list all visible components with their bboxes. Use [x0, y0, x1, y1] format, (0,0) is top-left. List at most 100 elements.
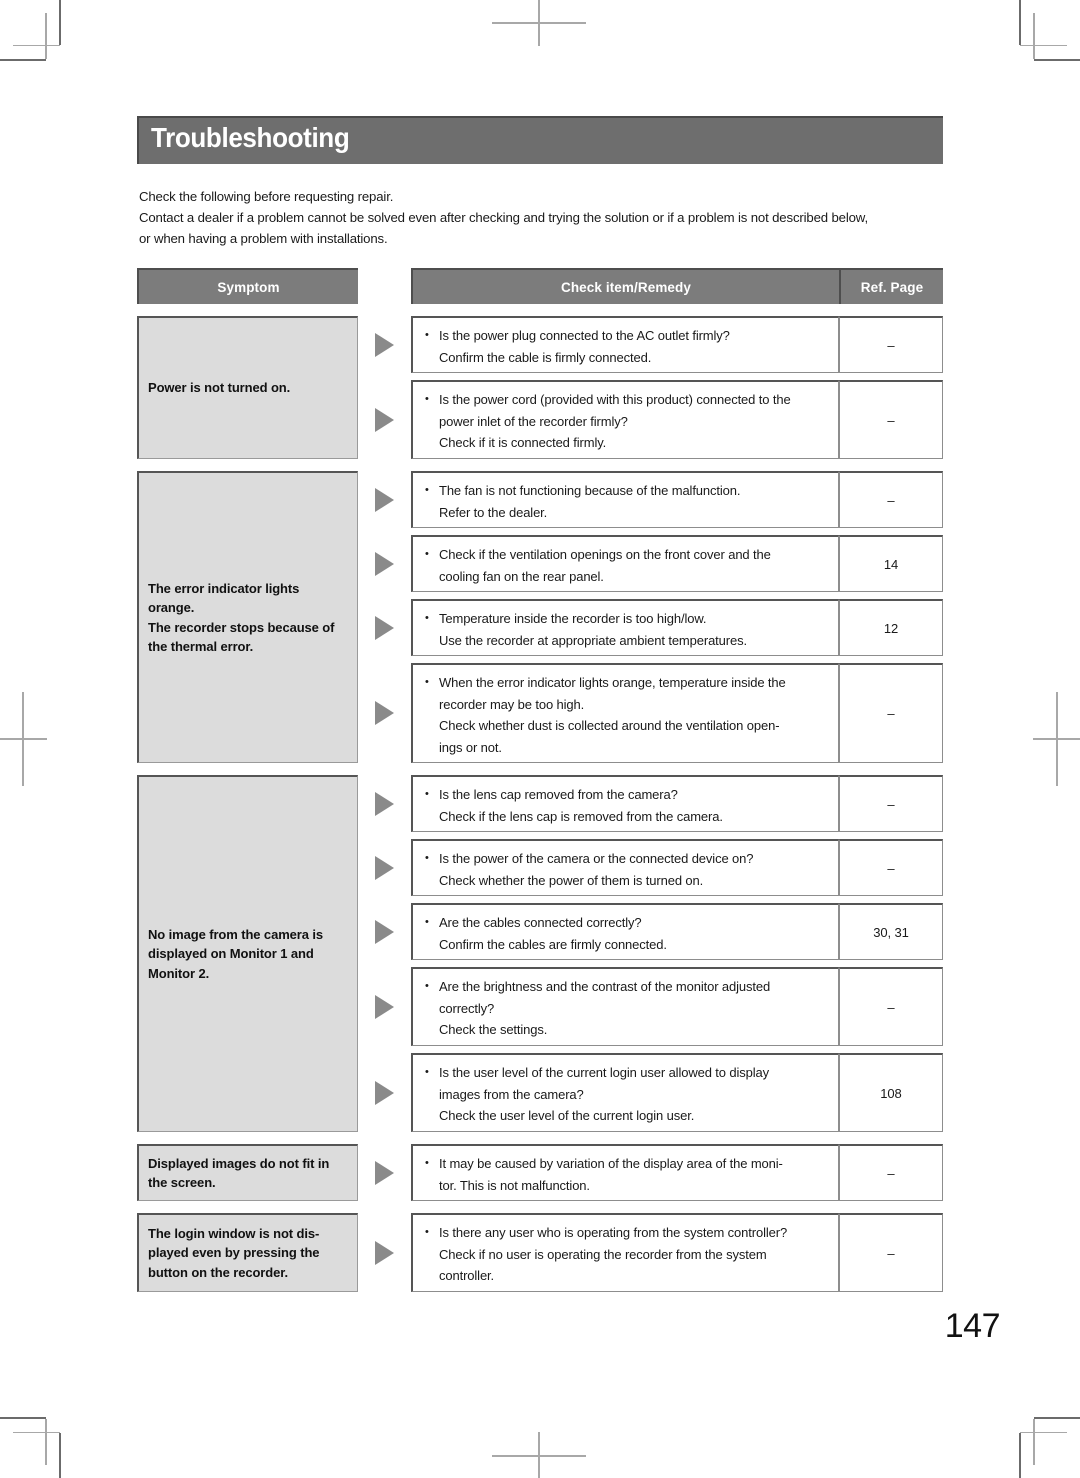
symptom-group: The fan is not functioning because of th…	[137, 471, 943, 763]
reg-mark-bottom-right-v	[1033, 1419, 1035, 1465]
crop-mark-bottom-right-v	[1019, 1433, 1021, 1478]
check-item-cell: Are the cables connected correctly? Confi…	[411, 903, 839, 960]
reg-mark-left-center-h	[0, 738, 47, 740]
arrow-icon	[375, 1240, 394, 1265]
check-item-line: ings or not.	[439, 739, 502, 755]
symptom-cell: Power is not turned on.	[137, 316, 358, 459]
symptom-group: Is there any user who is operating from …	[137, 1213, 943, 1292]
crop-mark-bottom-right-h	[1034, 1417, 1080, 1419]
check-item-text: It may be caused by variation of the dis…	[413, 1146, 838, 1203]
check-item-cell: Is the power of the camera or the connec…	[411, 839, 839, 896]
symptom-group: Is the lens cap removed from the camera?…	[137, 775, 943, 1132]
check-item-line: recorder may be too high.	[439, 696, 585, 712]
check-item-line: Confirm the cable is firmly connected.	[439, 349, 652, 365]
ref-page-cell: 108	[839, 1053, 943, 1132]
check-item-line: Check if no user is operating the record…	[439, 1246, 767, 1262]
check-item-bullet: Is there any user who is operating from …	[423, 1222, 830, 1244]
check-item-line: Use the recorder at appropriate ambient …	[439, 632, 747, 648]
reg-mark-right-center-h	[1033, 738, 1080, 740]
reg-mark-top-left-v	[45, 13, 47, 59]
intro-paragraph: Check the following before requesting re…	[139, 186, 945, 249]
check-item-cell: Is the power cord (provided with this pr…	[411, 380, 839, 459]
check-item-bullet: Is the power plug connected to the AC ou…	[423, 325, 830, 347]
check-item-text: Is there any user who is operating from …	[413, 1215, 838, 1294]
reg-mark-bottom-center-h	[492, 1455, 586, 1457]
check-item-cell: Is the lens cap removed from the camera?…	[411, 775, 839, 832]
check-item-bullet: Temperature inside the recorder is too h…	[423, 608, 830, 630]
crop-mark-top-right-v	[1019, 0, 1021, 45]
intro-line-2: Contact a dealer if a problem cannot be …	[139, 210, 868, 225]
check-item-bullet: Is the power cord (provided with this pr…	[423, 389, 830, 411]
reg-mark-bottom-left-v	[45, 1419, 47, 1465]
reg-mark-top-left-h	[13, 45, 60, 46]
check-item-line: images from the camera?	[439, 1086, 584, 1102]
check-item-cell: Are the brightness and the contrast of t…	[411, 967, 839, 1046]
symptom-label: The login window is not dis-played even …	[148, 1225, 320, 1280]
column-header-check-item: Check item/Remedy	[411, 268, 839, 304]
check-item-line: power inlet of the recorder firmly?	[439, 413, 628, 429]
arrow-icon	[375, 407, 394, 432]
crop-mark-top-left-v	[59, 0, 61, 45]
check-item-line: Check the settings.	[439, 1022, 548, 1037]
check-item-text: Is the power plug connected to the AC ou…	[413, 318, 838, 375]
check-item-bullet: It may be caused by variation of the dis…	[423, 1153, 830, 1175]
check-item-bullet: Is the lens cap removed from the camera?	[423, 784, 830, 806]
check-item-text: Are the brightness and the contrast of t…	[413, 969, 838, 1048]
symptom-group: Is the power plug connected to the AC ou…	[137, 316, 943, 459]
check-item-line: Check if the lens cap is removed from th…	[439, 808, 723, 824]
check-item-line: Check if it is connected firmly.	[439, 435, 607, 450]
symptom-group: It may be caused by variation of the dis…	[137, 1144, 943, 1201]
reg-mark-top-right-h	[1020, 45, 1067, 46]
arrow-icon	[375, 994, 394, 1019]
reg-mark-top-right-v	[1033, 13, 1035, 59]
check-item-bullet: Is the user level of the current login u…	[423, 1062, 830, 1084]
check-item-bullet: Are the brightness and the contrast of t…	[423, 976, 830, 998]
intro-line-3: or when having a problem with installati…	[139, 231, 388, 246]
check-item-line: Check whether the power of them is turne…	[439, 872, 704, 888]
check-item-line: controller.	[439, 1268, 495, 1283]
arrow-icon	[375, 1080, 394, 1105]
ref-page-cell: –	[839, 663, 943, 763]
crop-mark-top-right-h	[1034, 59, 1080, 61]
arrow-icon	[375, 855, 394, 880]
arrow-icon	[375, 1160, 394, 1185]
crop-mark-bottom-left-v	[59, 1433, 61, 1478]
check-item-cell: It may be caused by variation of the dis…	[411, 1144, 839, 1201]
crop-mark-bottom-left-h	[0, 1417, 46, 1419]
page-title-banner: Troubleshooting	[137, 116, 943, 164]
arrow-icon	[375, 919, 394, 944]
check-item-text: Temperature inside the recorder is too h…	[413, 601, 838, 658]
check-item-text: The fan is not functioning because of th…	[413, 473, 838, 530]
symptom-label: Power is not turned on.	[148, 380, 291, 396]
check-item-bullet: Are the cables connected correctly?	[423, 912, 830, 934]
arrow-icon	[375, 487, 394, 512]
arrow-icon	[375, 791, 394, 816]
symptom-label: No image from the camera is displayed on…	[148, 926, 324, 981]
arrow-icon	[375, 332, 394, 357]
ref-page-cell: 14	[839, 535, 943, 592]
check-item-bullet: Is the power of the camera or the connec…	[423, 848, 830, 870]
page-number: 147	[944, 1307, 1001, 1345]
ref-page-cell: –	[839, 967, 943, 1046]
check-item-bullet: When the error indicator lights orange, …	[423, 672, 830, 694]
check-item-text: When the error indicator lights orange, …	[413, 665, 838, 765]
arrow-icon	[375, 615, 394, 640]
check-item-line: tor. This is not malfunction.	[439, 1177, 590, 1193]
troubleshooting-table-body: Is the power plug connected to the AC ou…	[137, 316, 943, 1304]
check-item-line: correctly?	[439, 1000, 495, 1016]
crop-mark-top-left-h	[0, 59, 46, 61]
symptom-cell: No image from the camera is displayed on…	[137, 775, 358, 1132]
arrow-icon	[375, 551, 394, 576]
ref-page-cell: –	[839, 1213, 943, 1292]
page-title: Troubleshooting	[151, 122, 350, 153]
column-header-ref-page: Ref. Page	[839, 268, 943, 304]
check-item-text: Check if the ventilation openings on the…	[413, 537, 838, 594]
ref-page-cell: –	[839, 839, 943, 896]
symptom-cell: Displayed images do not fit in the scree…	[137, 1144, 358, 1201]
arrow-icon	[375, 701, 394, 725]
ref-page-cell: –	[839, 471, 943, 528]
check-item-bullet: Check if the ventilation openings on the…	[423, 544, 830, 566]
symptom-cell: The error indicator lights orange. The re…	[137, 471, 358, 763]
check-item-cell: When the error indicator lights orange, …	[411, 663, 839, 763]
ref-page-cell: –	[839, 775, 943, 832]
